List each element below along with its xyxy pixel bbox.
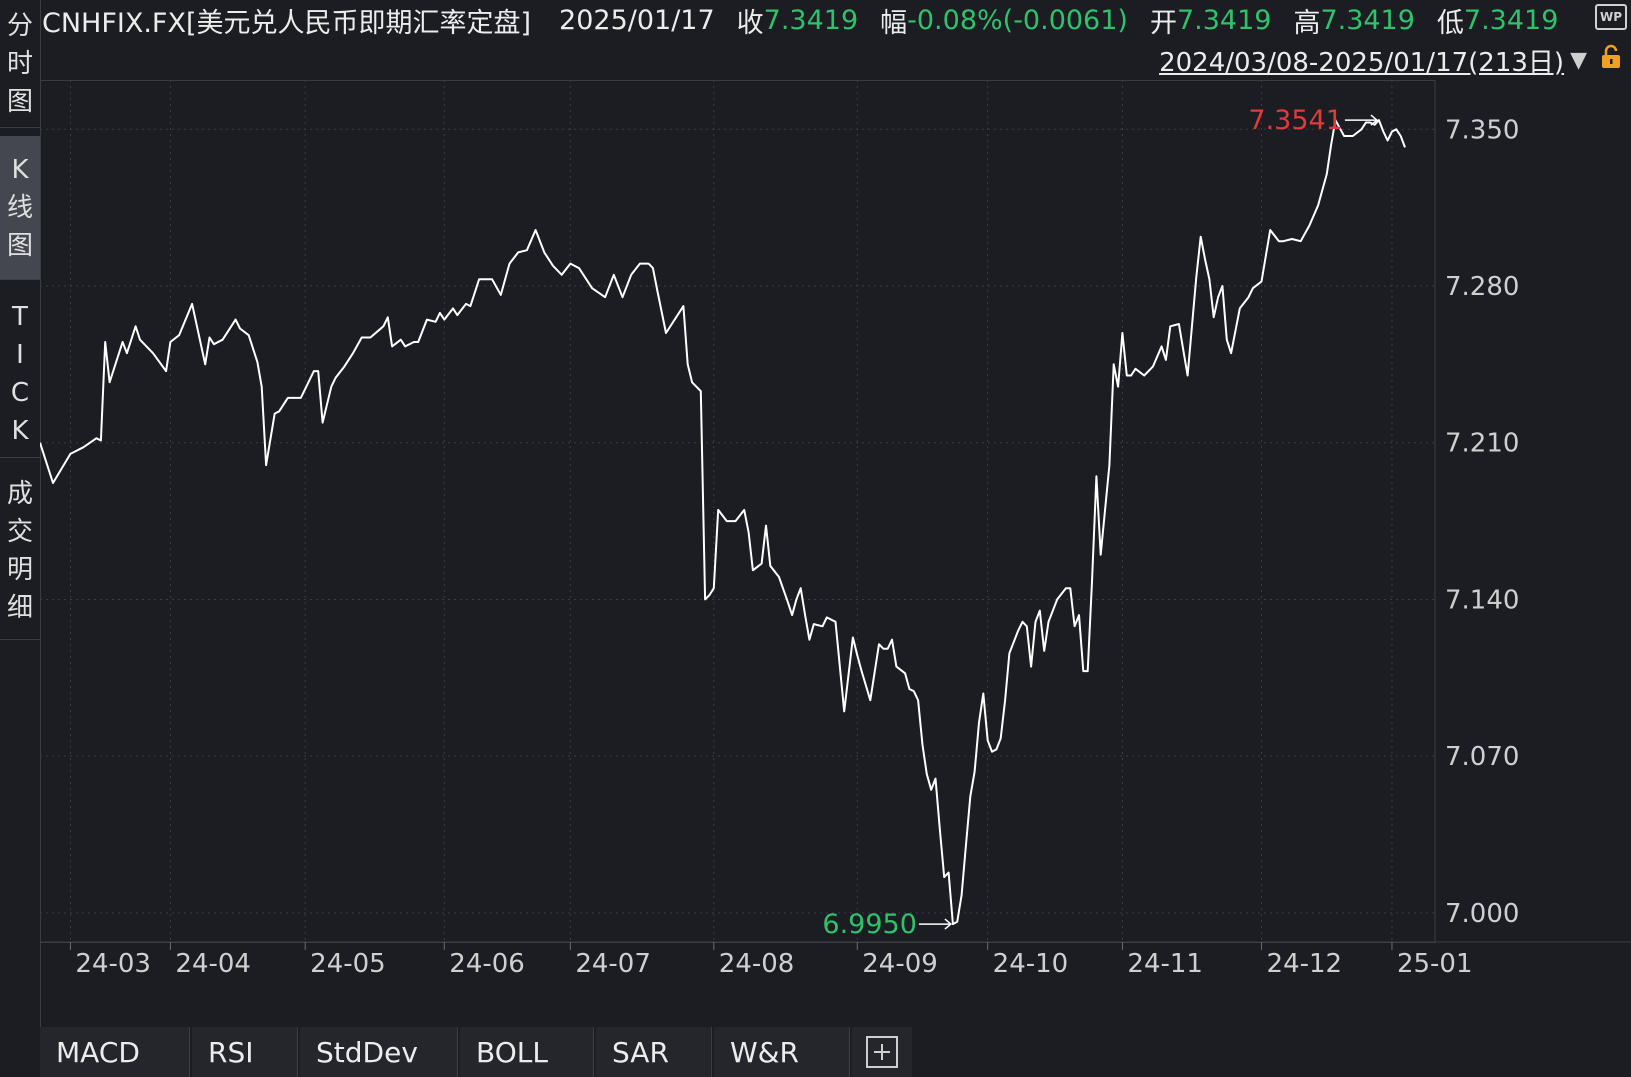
- kline-line-chart[interactable]: 7.350 7.280 7.210 7.140 7.070 7.000 24-03 24-04…: [40, 80, 1631, 1025]
- indicator-tabbar: MACD RSI StdDev BOLL SAR W&R: [40, 1027, 1631, 1077]
- tab-trade-details[interactable]: 成 交 明 细: [0, 462, 40, 640]
- change-value: -0.08%(-0.0061): [907, 4, 1128, 36]
- tab-boll[interactable]: BOLL: [460, 1027, 594, 1077]
- chevron-down-icon[interactable]: ▼: [1570, 48, 1587, 73]
- quote-header: CNHFIX.FX[美元兑人民币即期汇率定盘] 2025/01/17 收 7.34…: [40, 0, 1631, 40]
- tab-char: T: [12, 301, 28, 332]
- x-tick-label: 24-05: [310, 949, 386, 979]
- y-tick-label: 7.000: [1445, 899, 1519, 929]
- y-tick-label: 7.280: [1445, 272, 1519, 302]
- tab-sar[interactable]: SAR: [596, 1027, 712, 1077]
- x-tick-label: 24-08: [719, 949, 795, 979]
- tab-char: 图: [6, 230, 33, 261]
- lock-icon[interactable]: [1599, 44, 1623, 77]
- low-value: 7.3419: [1463, 4, 1559, 36]
- change-label: 幅: [880, 7, 908, 39]
- x-tick-label: 24-12: [1267, 949, 1343, 979]
- tab-char: 交: [6, 516, 33, 547]
- tab-wr[interactable]: W&R: [714, 1027, 850, 1077]
- date-range-selector[interactable]: 2024/03/08-2025/01/17(213日) ▼: [1159, 42, 1623, 78]
- tab-intraday-chart[interactable]: 分 时 图: [0, 0, 40, 128]
- open-label: 开: [1149, 7, 1177, 39]
- plot-frame: [40, 80, 1436, 943]
- tab-char: 明: [6, 554, 33, 585]
- x-tick-label: 24-10: [993, 949, 1069, 979]
- y-tick-label: 7.210: [1445, 429, 1519, 459]
- tab-stddev[interactable]: StdDev: [300, 1027, 458, 1077]
- low-label: 低: [1436, 7, 1464, 39]
- tab-char: C: [10, 377, 30, 408]
- tab-kline-chart[interactable]: K 线 图: [0, 136, 40, 280]
- y-tick-label: 7.350: [1445, 115, 1519, 145]
- price-line: [40, 119, 1406, 926]
- x-tick-label: 24-06: [449, 949, 525, 979]
- add-indicator-button[interactable]: [852, 1027, 912, 1077]
- min-value-label: 6.9950: [822, 909, 916, 940]
- date-range-text[interactable]: 2024/03/08-2025/01/17(213日): [1159, 42, 1564, 79]
- max-value-label: 7.3541: [1248, 105, 1342, 136]
- tab-macd[interactable]: MACD: [40, 1027, 190, 1077]
- close-value: 7.3419: [763, 4, 859, 36]
- open-value: 7.3419: [1176, 4, 1272, 36]
- tab-char: 成: [6, 478, 33, 509]
- instrument-title: CNHFIX.FX[美元兑人民币即期汇率定盘]: [42, 7, 532, 39]
- tab-tick[interactable]: T I C K: [0, 290, 40, 458]
- x-tick-label: 24-04: [175, 949, 251, 979]
- plus-box-icon: [866, 1036, 898, 1068]
- tab-char: K: [11, 154, 29, 185]
- x-tick-label: 24-07: [575, 949, 651, 979]
- y-tick-label: 7.140: [1445, 585, 1519, 615]
- tab-rsi[interactable]: RSI: [192, 1027, 298, 1077]
- wp-icon[interactable]: WP: [1595, 4, 1627, 30]
- quote-date: 2025/01/17: [559, 4, 715, 36]
- tab-char: 线: [6, 192, 33, 223]
- x-tick-label: 25-01: [1397, 949, 1473, 979]
- tab-char: 细: [6, 592, 33, 623]
- high-value: 7.3419: [1320, 4, 1415, 36]
- tab-char: 分: [6, 10, 33, 41]
- x-tick-label: 24-11: [1127, 949, 1203, 979]
- high-label: 高: [1293, 7, 1321, 39]
- tab-char: 图: [6, 86, 33, 117]
- close-label: 收: [736, 7, 764, 39]
- tab-char: I: [16, 339, 24, 370]
- x-tick-label: 24-03: [75, 949, 151, 979]
- x-tick-label: 24-09: [862, 949, 938, 979]
- tab-char: K: [11, 415, 29, 446]
- view-sidebar: 分 时 图 K 线 图 T I C K 成 交 明 细: [0, 0, 41, 1077]
- tab-char: 时: [6, 48, 33, 79]
- y-tick-label: 7.070: [1445, 742, 1519, 772]
